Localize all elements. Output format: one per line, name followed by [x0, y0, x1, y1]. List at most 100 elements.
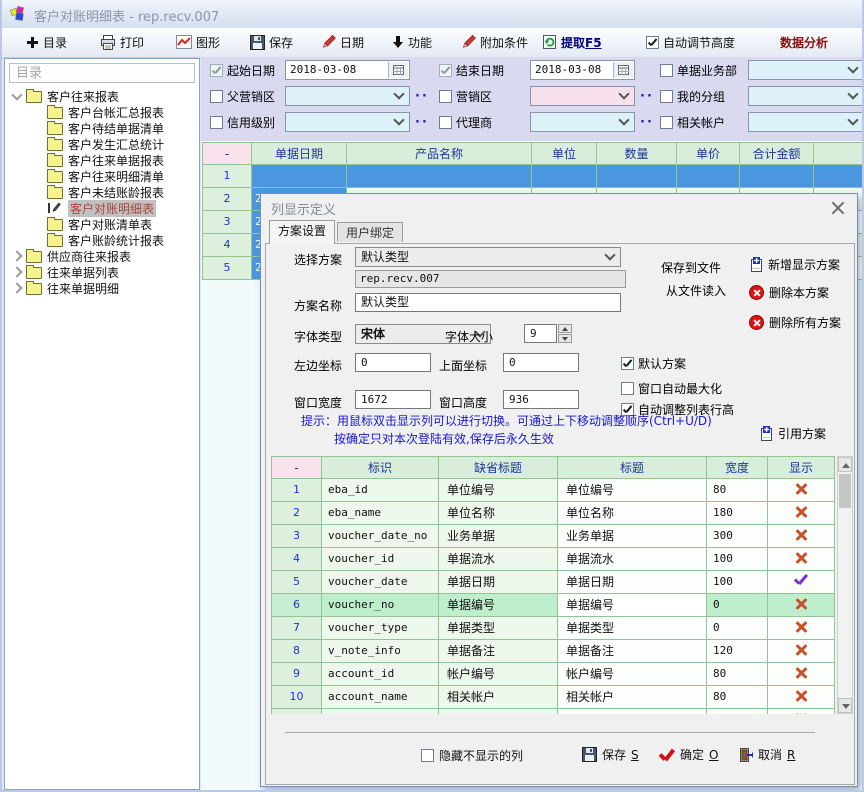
parent-region-checkbox[interactable]: 父营销区 — [210, 88, 275, 104]
visibility-mark-icon[interactable] — [794, 597, 808, 611]
scrollbar-thumb[interactable] — [839, 474, 851, 508]
calendar-icon[interactable] — [388, 62, 408, 78]
toolbar-catalog-button[interactable]: 目录 — [26, 33, 67, 51]
toolbar-extract-button[interactable]: 提取F5 — [542, 33, 602, 51]
dept-dropdown[interactable] — [748, 60, 864, 80]
dt-row[interactable]: 5 voucher_date 单据日期 单据日期 100 — [271, 571, 835, 594]
save-button[interactable]: 保存S — [582, 746, 639, 763]
start-date-checkbox[interactable]: 起始日期 — [210, 62, 275, 78]
chevron-down-icon[interactable] — [11, 89, 22, 100]
visibility-mark-icon[interactable] — [794, 620, 808, 634]
region-checkbox[interactable]: 营销区 — [439, 88, 492, 104]
visibility-mark-icon[interactable] — [794, 505, 808, 519]
tree-item[interactable]: 客户未结账龄报表 — [47, 184, 164, 200]
agent-dropdown[interactable] — [530, 112, 635, 132]
visibility-mark-icon[interactable] — [794, 712, 808, 714]
dt-row[interactable]: 10 account_name 相关帐户 相关帐户 80 — [271, 686, 835, 709]
read-from-file-button[interactable]: 从文件读入 — [666, 282, 726, 299]
spinner-down-icon[interactable] — [558, 334, 572, 343]
agent-checkbox[interactable]: 代理商 — [439, 114, 492, 130]
toolbar-function-button[interactable]: 功能 — [392, 33, 432, 51]
scroll-down-icon[interactable] — [838, 698, 852, 713]
hint-line-1: 提示：用鼠标双击显示列可以进行切换。可通过上下移动调整顺序(Ctrl+U/D) — [301, 412, 712, 429]
my-group-dropdown[interactable] — [748, 86, 864, 106]
save-to-file-button[interactable]: 保存到文件 — [661, 259, 721, 276]
start-date-input[interactable]: 2018-03-08 — [285, 60, 410, 80]
toolbar-auto-height-checkbox[interactable]: 自动调节高度 — [646, 33, 735, 51]
table-scrollbar[interactable] — [837, 456, 853, 714]
grid-row-selected[interactable]: 1 — [202, 165, 864, 188]
tree-item[interactable]: 客户往来单据报表 — [47, 152, 164, 168]
end-date-input[interactable]: 2018-03-08 — [530, 60, 635, 80]
toolbar-chart-button[interactable]: 图形 — [176, 33, 220, 51]
toolbar-save-button[interactable]: 保存 — [250, 33, 293, 51]
dt-row[interactable]: 4 voucher_id 单据流水 单据流水 100 — [271, 548, 835, 571]
dt-row[interactable]: 3 voucher_date_no 业务单据 业务单据 300 — [271, 525, 835, 548]
tree-item-root[interactable]: 客户往来报表 — [13, 88, 119, 104]
plan-name-input[interactable]: 默认类型 — [355, 293, 621, 312]
reference-plan-button[interactable]: 引用方案 — [759, 425, 826, 442]
dept-checkbox[interactable]: 单据业务部 — [660, 62, 737, 78]
visibility-mark-icon[interactable] — [794, 666, 808, 680]
folder-icon — [47, 139, 63, 151]
tab-user-binding[interactable]: 用户绑定 — [337, 222, 403, 242]
tree-item-voucher-detail[interactable]: 往来单据明细 — [13, 280, 119, 296]
visibility-mark-icon[interactable] — [794, 574, 808, 588]
dt-row[interactable]: 9 account_id 帐户编号 帐户编号 80 — [271, 663, 835, 686]
tree-item[interactable]: 客户台帐汇总报表 — [47, 104, 164, 120]
toolbar-date-button[interactable]: 日期 — [320, 33, 364, 51]
tree-item[interactable]: 客户账龄统计报表 — [47, 232, 164, 248]
my-group-checkbox[interactable]: 我的分组 — [660, 88, 725, 104]
tree-item-voucher-list[interactable]: 往来单据列表 — [13, 264, 119, 280]
hide-hidden-columns-checkbox[interactable]: 隐藏不显示的列 — [421, 747, 523, 764]
top-coord-input[interactable]: 0 — [503, 353, 579, 372]
chevron-right-icon[interactable] — [11, 282, 22, 293]
region-dropdown[interactable] — [530, 86, 635, 106]
toolbar-extra-condition-button[interactable]: 附加条件 — [460, 33, 528, 51]
credit-level-dropdown[interactable] — [285, 112, 410, 132]
scroll-up-icon[interactable] — [838, 457, 852, 472]
font-size-input[interactable]: 9 — [524, 324, 557, 343]
chevron-right-icon[interactable] — [11, 250, 22, 261]
calendar-icon[interactable] — [613, 62, 633, 78]
dt-row[interactable]: 2 eba_name 单位名称 单位名称 180 — [271, 502, 835, 525]
tree-item[interactable]: 客户往来明细清单 — [47, 168, 164, 184]
dt-row[interactable]: 1 eba_id 单位编号 单位编号 80 — [271, 479, 835, 502]
delete-plan-button[interactable]: 删除本方案 — [749, 284, 829, 301]
close-icon[interactable] — [831, 200, 845, 214]
visibility-mark-icon[interactable] — [794, 643, 808, 657]
credit-level-checkbox[interactable]: 信用级别 — [210, 114, 275, 130]
spinner-up-icon[interactable] — [558, 324, 572, 333]
left-coord-input[interactable]: 0 — [355, 353, 431, 372]
ok-button[interactable]: 确定O — [659, 746, 718, 763]
tab-plan-settings[interactable]: 方案设置 — [269, 220, 335, 244]
tree-item-selected[interactable]: 客户对账明细表 — [47, 200, 156, 216]
default-plan-checkbox[interactable]: 默认方案 — [621, 355, 686, 371]
window-height-input[interactable]: 936 — [503, 390, 579, 409]
visibility-mark-icon[interactable] — [794, 689, 808, 703]
account-checkbox[interactable]: 相关帐户 — [660, 114, 725, 130]
visibility-mark-icon[interactable] — [794, 482, 808, 496]
delete-all-plans-button[interactable]: 删除所有方案 — [749, 314, 841, 331]
tree-item[interactable]: 客户发生汇总统计 — [47, 136, 164, 152]
select-plan-dropdown[interactable]: 默认类型 — [355, 247, 621, 267]
add-display-plan-button[interactable]: 新增显示方案 — [749, 256, 840, 273]
account-dropdown[interactable] — [748, 112, 864, 132]
parent-region-dropdown[interactable] — [285, 86, 410, 106]
end-date-checkbox[interactable]: 结束日期 — [439, 62, 504, 78]
dt-row[interactable]: 7 voucher_type 单据类型 单据类型 0 — [271, 617, 835, 640]
tree-item[interactable]: 客户待结单据清单 — [47, 120, 164, 136]
dt-row-selected[interactable]: 6 voucher_no 单据编号 单据编号 0 — [271, 594, 835, 617]
dt-row-clipped[interactable] — [271, 709, 835, 714]
toolbar-print-button[interactable]: 打印 — [100, 33, 144, 51]
cancel-button[interactable]: 取消R — [739, 746, 795, 763]
visibility-mark-icon[interactable] — [794, 551, 808, 565]
chevron-right-icon[interactable] — [11, 266, 22, 277]
window-width-input[interactable]: 1672 — [355, 390, 431, 409]
visibility-mark-icon[interactable] — [794, 528, 808, 542]
dt-row[interactable]: 8 v_note_info 单据备注 单据备注 120 — [271, 640, 835, 663]
toolbar-data-analysis-button[interactable]: 数据分析 — [780, 33, 828, 51]
tree-item[interactable]: 客户对账清单表 — [47, 216, 152, 232]
tree-item-suppliers[interactable]: 供应商往来报表 — [13, 248, 131, 264]
auto-maximize-checkbox[interactable]: 窗口自动最大化 — [621, 380, 722, 396]
